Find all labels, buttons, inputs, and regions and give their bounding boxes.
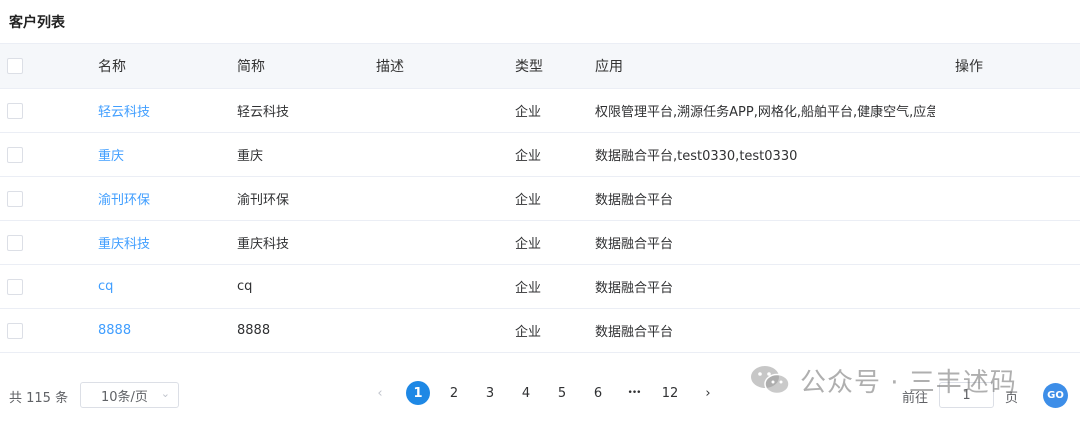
page-button[interactable]: 5 — [551, 382, 573, 404]
customer-name-link[interactable]: 重庆 — [98, 133, 124, 176]
customer-table: 名称 简称 描述 类型 应用 操作 轻云科技 轻云科技 企业 权限管理平台,溯源… — [0, 43, 1080, 353]
table-row: 8888 8888 企业 数据融合平台 — [0, 309, 1080, 353]
customer-short-name: cq — [237, 279, 253, 294]
prev-page-button[interactable]: ‹ — [369, 382, 391, 404]
header-operations: 操作 — [955, 59, 983, 75]
customer-apps: 数据融合平台 — [595, 193, 674, 208]
header-short-name[interactable]: 简称 — [237, 44, 265, 88]
select-all-checkbox[interactable] — [7, 58, 23, 74]
customer-type: 企业 — [515, 149, 542, 164]
header-name[interactable]: 名称 — [98, 44, 126, 88]
customer-type: 企业 — [515, 237, 542, 252]
customer-apps: 权限管理平台,溯源任务APP,网格化,船舶平台,健康空气,应急指... — [595, 105, 935, 120]
page-size-select[interactable]: 10条/页 ⌄ — [80, 382, 179, 408]
table-row: 重庆 重庆 企业 数据融合平台,test0330,test0330 — [0, 133, 1080, 177]
customer-name-link[interactable]: 重庆科技 — [98, 221, 150, 264]
more-pages-ellipsis[interactable]: ••• — [623, 382, 645, 404]
customer-short-name: 8888 — [237, 323, 271, 338]
customer-type: 企业 — [515, 193, 542, 208]
page-button[interactable]: 4 — [515, 382, 537, 404]
customer-name-link[interactable]: 轻云科技 — [98, 89, 150, 132]
row-checkbox[interactable] — [7, 234, 23, 251]
watermark: 公众号 · 三丰述码 — [748, 362, 1017, 398]
customer-apps: 数据融合平台 — [595, 281, 674, 296]
wechat-icon — [751, 366, 790, 395]
header-type[interactable]: 类型 — [515, 44, 543, 88]
customer-type: 企业 — [515, 105, 542, 120]
customer-apps: 数据融合平台 — [595, 237, 674, 252]
watermark-text: 公众号 · 三丰述码 — [800, 367, 1017, 398]
next-page-button[interactable]: › — [697, 382, 719, 404]
customer-type: 企业 — [515, 325, 542, 340]
go-button[interactable]: GO — [1043, 383, 1068, 408]
page-button-current[interactable]: 1 — [406, 381, 430, 405]
customer-type: 企业 — [515, 281, 542, 296]
row-checkbox[interactable] — [7, 322, 23, 339]
total-count: 共 115 条 — [9, 391, 69, 406]
customer-short-name: 重庆科技 — [237, 237, 290, 252]
chevron-down-icon: ⌄ — [160, 387, 170, 400]
page-title: 客户列表 — [9, 15, 65, 31]
row-checkbox[interactable] — [7, 278, 23, 295]
customer-short-name: 重庆 — [237, 149, 264, 164]
page-button[interactable]: 2 — [443, 382, 465, 404]
table-header: 名称 简称 描述 类型 应用 操作 — [0, 43, 1080, 89]
customer-name-link[interactable]: cq — [98, 265, 113, 308]
page-button[interactable]: 6 — [587, 382, 609, 404]
table-row: 重庆科技 重庆科技 企业 数据融合平台 — [0, 221, 1080, 265]
page-button[interactable]: 3 — [479, 382, 501, 404]
table-row: 渝刊环保 渝刊环保 企业 数据融合平台 — [0, 177, 1080, 221]
customer-apps: 数据融合平台,test0330,test0330 — [595, 149, 798, 164]
row-checkbox[interactable] — [7, 102, 23, 119]
last-page-button[interactable]: 12 — [659, 382, 681, 404]
customer-short-name: 轻云科技 — [237, 105, 290, 120]
customer-short-name: 渝刊环保 — [237, 193, 290, 208]
customer-name-link[interactable]: 8888 — [98, 309, 131, 352]
header-description[interactable]: 描述 — [376, 44, 404, 88]
customer-apps: 数据融合平台 — [595, 325, 674, 340]
row-checkbox[interactable] — [7, 190, 23, 207]
customer-name-link[interactable]: 渝刊环保 — [98, 177, 150, 220]
table-row: cq cq 企业 数据融合平台 — [0, 265, 1080, 309]
page-size-value: 10条/页 — [101, 389, 148, 405]
table-row: 轻云科技 轻云科技 企业 权限管理平台,溯源任务APP,网格化,船舶平台,健康空… — [0, 89, 1080, 133]
header-apps[interactable]: 应用 — [595, 44, 935, 88]
row-checkbox[interactable] — [7, 146, 23, 163]
